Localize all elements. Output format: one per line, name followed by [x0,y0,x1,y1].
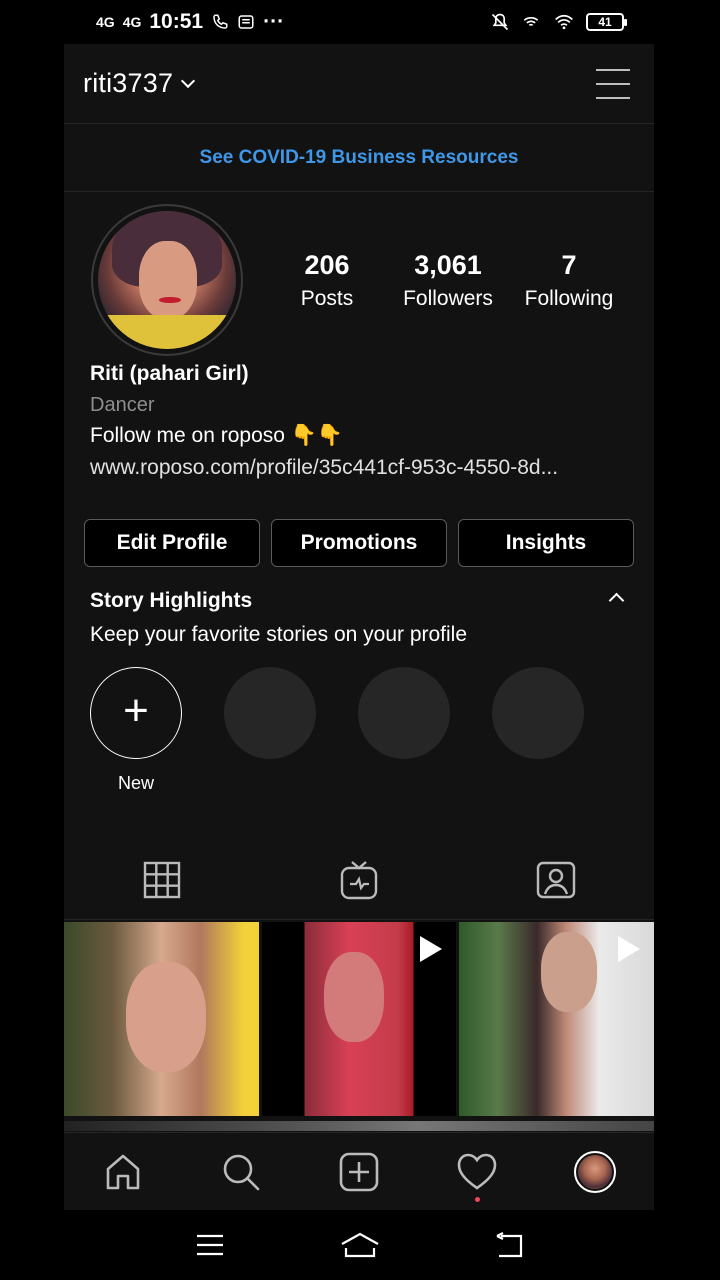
new-highlight-label: New [117,773,154,793]
system-navigation-bar [0,1210,720,1280]
posts-value: 206 [304,250,350,280]
covid-resources-link[interactable]: See COVID-19 Business Resources [200,147,519,169]
post-thumbnail[interactable] [459,922,654,1116]
posts-count[interactable]: 206 Posts [286,250,368,311]
new-highlight[interactable]: + New [90,667,182,794]
highlight-placeholder [358,667,450,794]
promotions-button[interactable]: Promotions [271,519,447,567]
home-system-button[interactable] [285,1232,435,1258]
edit-profile-button[interactable]: Edit Profile [84,519,260,567]
activity-notification-dot [475,1197,480,1202]
posts-grid [64,922,654,1116]
followers-count[interactable]: 3,061 Followers [368,250,528,311]
instagram-profile-screen: riti3737 See COVID-19 Business Resources… [64,44,654,1210]
story-highlights: Story Highlights Keep your favorite stor… [64,589,654,794]
menu-lines-icon [197,1234,223,1256]
status-bar: 4G 4G 10:51 ··· 41 [0,0,720,44]
network-indicator: 4G [96,14,115,30]
posts-grid-next-row [64,1121,654,1131]
nav-profile[interactable] [536,1133,654,1210]
highlights-title: Story Highlights [90,589,253,612]
profile-photo [98,211,236,349]
wifi-call-icon [523,17,539,26]
following-value: 7 [561,250,577,280]
video-play-icon [420,936,443,962]
post-thumbnail[interactable] [64,922,259,1116]
profile-actions: Edit Profile Promotions Insights [64,519,654,567]
profile-category: Dancer [90,394,155,416]
tab-igtv[interactable] [261,840,458,919]
network-indicator-2: 4G [122,14,142,30]
new-highlight-circle[interactable]: + [90,667,182,759]
tab-posts-grid[interactable] [64,840,261,919]
posts-label: Posts [300,287,354,310]
profile-bio: Riti (pahari Girl) Dancer Follow me on r… [64,362,654,480]
following-count[interactable]: 7 Following [525,250,614,311]
account-switcher[interactable]: riti3737 [83,68,196,99]
add-post-icon [339,1152,379,1191]
chevron-down-icon [181,73,196,88]
home-outline-icon [341,1232,379,1258]
post-thumbnail[interactable] [261,922,457,1116]
covid-resources-banner: See COVID-19 Business Resources [64,124,654,192]
status-bar-right: 41 [490,12,627,32]
nav-home[interactable] [64,1133,182,1210]
grid-icon [144,861,181,898]
back-system-button[interactable] [435,1232,585,1258]
hamburger-menu-icon[interactable] [596,68,630,99]
website-link[interactable]: www.roposo.com/profile/35c441cf-953c-455… [90,456,628,480]
display-name: Riti (pahari Girl) [90,362,249,385]
tagged-icon [536,861,575,898]
profile-tabs [64,840,654,920]
highlights-subtitle: Keep your favorite stories on your profi… [90,623,468,646]
profile-header: riti3737 [64,44,654,124]
followers-label: Followers [403,287,493,310]
followers-value: 3,061 [414,250,482,280]
video-play-icon [618,936,641,962]
profile-avatar-icon [574,1150,616,1193]
tab-tagged[interactable] [457,840,654,919]
bottom-navigation [64,1132,654,1210]
plus-icon: + [123,686,149,735]
recent-apps-button[interactable] [135,1233,285,1257]
status-bar-left: 4G 4G 10:51 ··· [96,10,284,34]
nav-new-post[interactable] [300,1133,418,1210]
highlight-placeholder [224,667,316,794]
insights-button[interactable]: Insights [458,519,634,567]
nav-activity[interactable] [418,1133,536,1210]
username: riti3737 [83,68,174,98]
highlight-placeholder [492,667,584,794]
back-icon [496,1232,523,1258]
call-icon [213,14,228,29]
mute-icon [491,13,509,31]
home-icon [106,1154,140,1189]
profile-summary: 206 Posts 3,061 Followers 7 Following [64,192,654,362]
clock: 10:51 [149,10,204,33]
message-icon [238,15,254,29]
following-label: Following [524,287,614,310]
profile-stats: 206 Posts 3,061 Followers 7 Following [286,250,614,311]
igtv-icon [340,860,378,899]
wifi-icon [555,14,573,30]
nav-search[interactable] [182,1133,300,1210]
profile-avatar[interactable] [91,204,243,356]
more-notifications: ··· [263,10,285,33]
battery-indicator: 41 [586,13,627,31]
highlights-row: + New [90,667,628,794]
search-icon [223,1154,260,1190]
activity-heart-icon [457,1153,497,1190]
bio-text: Follow me on roposo 👇👇 [90,424,344,447]
